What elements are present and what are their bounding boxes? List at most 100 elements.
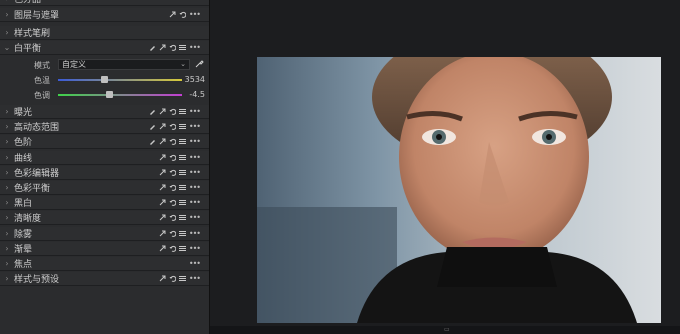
more-icon[interactable]: ••• — [189, 259, 201, 268]
chevron-right-icon[interactable]: › — [2, 28, 12, 37]
undo-icon[interactable] — [169, 154, 176, 161]
brush-icon[interactable] — [149, 138, 156, 146]
undo-icon[interactable] — [169, 275, 176, 283]
presets-icon[interactable] — [178, 214, 186, 221]
presets-icon[interactable] — [178, 184, 186, 191]
chevron-right-icon[interactable]: › — [2, 153, 12, 162]
tool-row[interactable]: › 清晰度 ••• — [0, 211, 209, 226]
tint-slider-thumb[interactable] — [105, 91, 113, 98]
more-icon[interactable]: ••• — [189, 10, 201, 19]
tool-row[interactable]: › 曲线 ••• — [0, 150, 209, 165]
reset-icon[interactable] — [159, 44, 166, 51]
white-balance-controls: 模式 自定义 ⌄ 色温 3534 色调 -4.5 — [0, 56, 209, 104]
presets-icon[interactable] — [178, 44, 186, 51]
chevron-right-icon[interactable]: › — [2, 213, 12, 222]
reset-icon[interactable] — [159, 245, 166, 252]
tool-row-label: 除雾 — [14, 229, 33, 240]
tool-row[interactable]: › 样式与预设 ••• — [0, 272, 209, 287]
undo-icon[interactable] — [169, 214, 176, 222]
undo-icon[interactable] — [169, 184, 176, 191]
chevron-right-icon[interactable]: › — [2, 244, 12, 253]
reset-icon[interactable] — [159, 275, 166, 282]
reset-icon[interactable] — [159, 123, 166, 130]
tool-row[interactable]: ⌄ 白平衡 ••• — [0, 41, 209, 55]
reset-icon[interactable] — [159, 230, 166, 237]
more-icon[interactable]: ••• — [189, 229, 201, 238]
reset-icon[interactable] — [159, 199, 166, 206]
presets-icon[interactable] — [178, 230, 186, 237]
chevron-right-icon[interactable]: ⌄ — [2, 43, 12, 52]
tint-slider[interactable] — [58, 91, 182, 98]
more-icon[interactable]: ••• — [189, 274, 201, 283]
presets-icon[interactable] — [178, 108, 186, 115]
more-icon[interactable]: ••• — [189, 137, 201, 146]
undo-icon[interactable] — [179, 11, 186, 18]
more-icon[interactable]: ••• — [189, 107, 201, 116]
more-icon[interactable]: ••• — [189, 43, 201, 52]
more-icon[interactable]: ••• — [189, 153, 201, 162]
tool-row[interactable]: › 图层与遮罩 ••• — [0, 8, 209, 22]
more-icon[interactable]: ••• — [189, 183, 201, 192]
chevron-right-icon[interactable]: › — [2, 229, 12, 238]
presets-icon[interactable] — [178, 275, 186, 282]
undo-icon[interactable] — [169, 230, 176, 237]
reset-icon[interactable] — [159, 108, 166, 115]
chevron-right-icon[interactable]: › — [2, 274, 12, 283]
chevron-right-icon[interactable]: › — [2, 198, 12, 207]
chevron-right-icon[interactable]: › — [2, 107, 12, 116]
more-icon[interactable]: ••• — [189, 213, 201, 222]
chevron-right-icon[interactable]: › — [2, 137, 12, 146]
undo-icon[interactable] — [169, 123, 176, 131]
chevron-right-icon[interactable]: › — [2, 122, 12, 131]
chevron-right-icon[interactable]: › — [2, 168, 12, 177]
reset-icon[interactable] — [159, 154, 166, 161]
tool-row[interactable]: › 曝光 ••• — [0, 105, 209, 119]
more-icon[interactable]: ••• — [189, 198, 201, 207]
eyedropper-icon[interactable] — [195, 59, 204, 71]
temperature-value[interactable]: 3534 — [185, 75, 205, 84]
reset-icon[interactable] — [159, 184, 166, 191]
mode-select[interactable]: 自定义 ⌄ — [58, 59, 190, 70]
tool-row[interactable]: › 样式笔刷 — [0, 26, 209, 40]
brush-icon[interactable] — [149, 123, 156, 131]
undo-icon[interactable] — [169, 138, 176, 146]
reset-icon[interactable] — [159, 169, 166, 176]
tool-row[interactable]: › 色彩编辑器 ••• — [0, 165, 209, 180]
undo-icon[interactable] — [169, 199, 176, 207]
tool-row[interactable]: › 色彩平衡 ••• — [0, 181, 209, 195]
reset-icon[interactable] — [159, 214, 166, 221]
presets-icon[interactable] — [178, 138, 186, 145]
tool-row[interactable]: › 渐晕 ••• — [0, 241, 209, 256]
more-icon[interactable]: ••• — [189, 168, 201, 177]
chevron-right-icon[interactable]: › — [2, 0, 12, 3]
undo-icon[interactable] — [169, 108, 176, 115]
tool-row[interactable]: ›色分品 — [0, 0, 209, 6]
more-icon[interactable]: ••• — [189, 244, 201, 253]
mode-value: 自定义 — [62, 60, 86, 69]
tool-row[interactable]: › 色阶 ••• — [0, 135, 209, 150]
tool-row[interactable]: › 除雾 ••• — [0, 226, 209, 241]
reset-icon[interactable] — [159, 138, 166, 145]
chevron-right-icon[interactable]: › — [2, 10, 12, 19]
undo-icon[interactable] — [169, 44, 176, 51]
presets-icon[interactable] — [178, 245, 186, 252]
more-icon[interactable]: ••• — [189, 122, 201, 131]
presets-icon[interactable] — [178, 199, 186, 206]
brush-icon[interactable] — [149, 108, 156, 115]
brush-icon[interactable] — [149, 44, 156, 51]
tool-row[interactable]: › 黑白 ••• — [0, 196, 209, 211]
chevron-right-icon[interactable]: › — [2, 183, 12, 192]
portrait-photo — [257, 57, 661, 323]
tint-value[interactable]: -4.5 — [189, 90, 205, 99]
presets-icon[interactable] — [178, 169, 186, 176]
tool-row[interactable]: › 焦点 ••• — [0, 257, 209, 271]
presets-icon[interactable] — [178, 123, 186, 130]
undo-icon[interactable] — [169, 245, 176, 252]
tool-row[interactable]: › 高动态范围 ••• — [0, 120, 209, 135]
reset-icon[interactable] — [169, 11, 176, 18]
undo-icon[interactable] — [169, 169, 176, 176]
temperature-slider-thumb[interactable] — [100, 76, 108, 83]
chevron-right-icon[interactable]: › — [2, 259, 12, 268]
presets-icon[interactable] — [178, 154, 186, 161]
temperature-slider[interactable] — [58, 76, 182, 83]
